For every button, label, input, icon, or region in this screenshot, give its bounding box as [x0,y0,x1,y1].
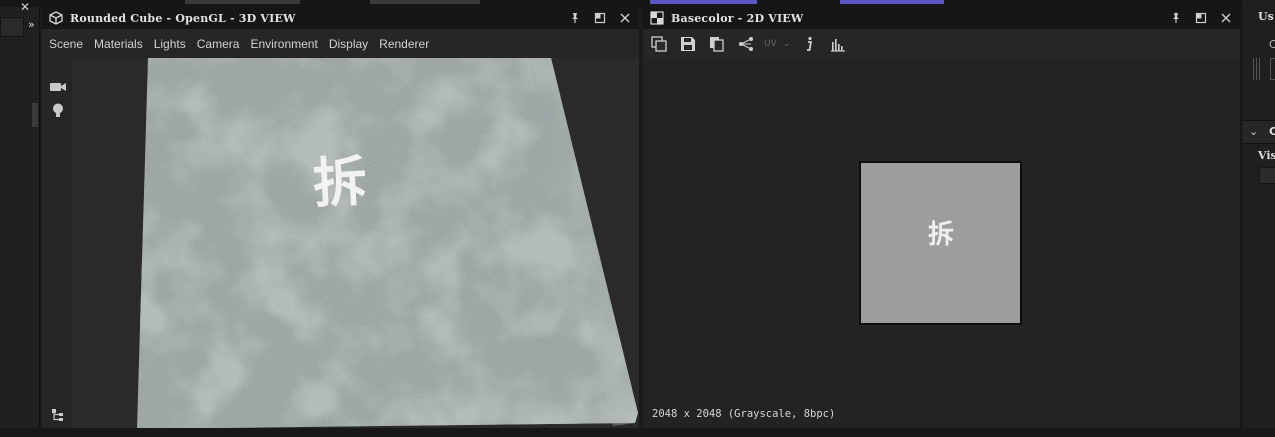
2d-viewport[interactable]: 拆 2048 x 2048 (Grayscale, 8bpc) [643,58,1240,429]
section-header[interactable]: ⌄ C [1242,120,1275,144]
checker-icon [649,10,665,26]
tab-thumbnail-active[interactable] [650,0,757,4]
pin-icon[interactable] [1168,10,1184,26]
expand-chevron-icon[interactable]: » [28,18,35,31]
menu-environment[interactable]: Environment [250,37,317,51]
visibility-label: Vis [1258,149,1275,162]
tab-thumbnail[interactable] [185,0,300,4]
uv-label: UV [764,38,777,49]
close-icon[interactable] [617,10,633,26]
histogram-icon[interactable] [827,33,849,55]
texture-preview: 拆 [859,161,1022,325]
decal-glyph: 拆 [928,220,954,250]
bottom-status-strip [0,428,1275,437]
fit-view-icon[interactable] [648,33,670,55]
right-panel-title: Us [1258,10,1274,23]
panel-title: Basecolor - 2D VIEW [671,11,804,25]
2d-toolbar: UV ⌄ [643,29,1240,58]
camera-icon[interactable] [48,77,68,97]
light-bulb-icon[interactable] [48,101,68,121]
chevron-down-icon: ⌄ [782,38,791,49]
grip-handle[interactable] [1253,58,1261,80]
right-panel-label: C [1269,38,1275,51]
tab-thumbnail[interactable] [370,0,480,4]
maximize-icon[interactable] [592,10,608,26]
pin-icon[interactable] [567,10,583,26]
uv-select[interactable]: UV ⌄ [764,39,790,49]
menu-renderer[interactable]: Renderer [379,37,429,51]
cube-icon [48,10,64,26]
tab-thumbnail-active[interactable] [840,0,944,4]
chevron-down-icon: ⌄ [1249,125,1259,138]
close-icon[interactable]: ✕ [20,0,30,14]
maximize-icon[interactable] [1193,10,1209,26]
right-panel-field[interactable] [1270,58,1275,80]
share-nodes-icon[interactable] [735,33,757,55]
top-tab-strip [0,0,1275,7]
save-icon[interactable] [677,33,699,55]
scrollbar[interactable] [32,103,38,127]
panel-titlebar: Rounded Cube - OpenGL - 3D VIEW [42,7,639,29]
right-sidebar: Us C ⌄ C Vis [1241,0,1275,437]
close-icon[interactable] [1218,10,1234,26]
3d-view-panel: Rounded Cube - OpenGL - 3D VIEW Scene Ma… [42,7,639,437]
decal-glyph: 拆 [311,150,368,216]
visibility-field[interactable] [1259,167,1275,184]
menu-scene[interactable]: Scene [49,37,83,51]
section-label: C [1269,125,1275,138]
sidebar-field[interactable] [0,17,24,37]
menu-camera[interactable]: Camera [197,37,240,51]
menu-materials[interactable]: Materials [94,37,143,51]
hierarchy-icon[interactable] [48,405,68,425]
info-icon[interactable] [798,33,820,55]
left-sidebar: ✕ » [0,0,40,437]
copy-icon[interactable] [706,33,728,55]
3d-menubar: Scene Materials Lights Camera Environmen… [42,29,639,58]
3d-viewport[interactable]: 拆 [73,58,639,429]
viewport-side-toolbar [42,58,73,429]
2d-view-panel: Basecolor - 2D VIEW UV ⌄ 拆 2048 x 2048 (… [643,7,1240,437]
texture-info: 2048 x 2048 (Grayscale, 8bpc) [652,408,836,420]
menu-display[interactable]: Display [329,37,368,51]
panel-titlebar: Basecolor - 2D VIEW [643,7,1240,29]
panel-title: Rounded Cube - OpenGL - 3D VIEW [70,11,296,25]
menu-lights[interactable]: Lights [154,37,186,51]
